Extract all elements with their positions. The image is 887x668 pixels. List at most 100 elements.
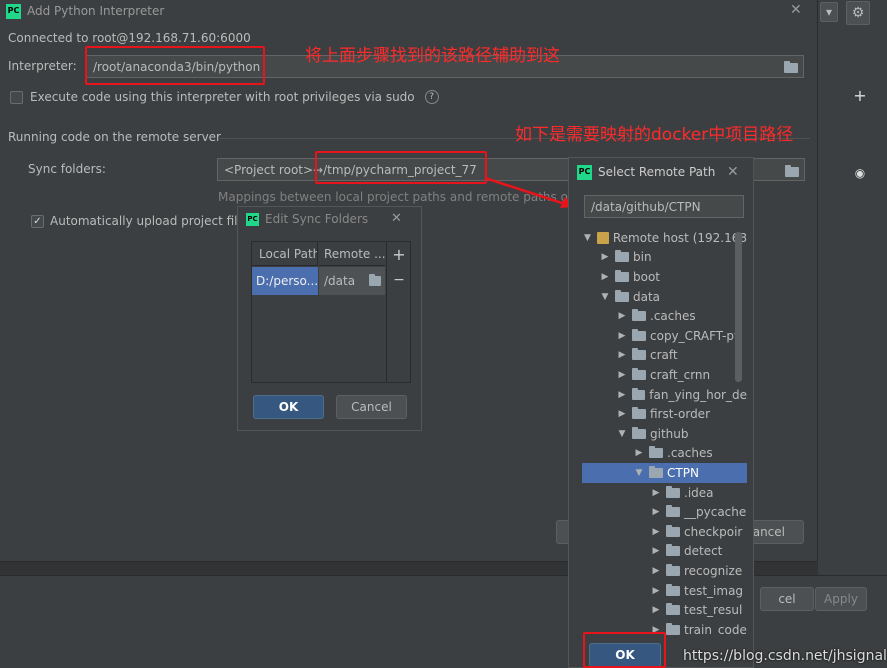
collapsed-arrow-icon[interactable]: ▶ (650, 566, 662, 576)
table-row-remote[interactable]: /data (319, 267, 385, 295)
folder-icon (632, 367, 646, 380)
sudo-row[interactable]: Execute code using this interpreter with… (10, 90, 439, 104)
table-row-local[interactable]: D:/perso... (252, 267, 318, 295)
col-remote-header[interactable]: Remote ... (319, 242, 385, 266)
edit-sync-ok-button[interactable]: OK (253, 395, 324, 419)
sudo-label: Execute code using this interpreter with… (30, 90, 415, 104)
collapsed-arrow-icon[interactable]: ▶ (599, 272, 611, 282)
auto-upload-row[interactable]: ✓ Automatically upload project files (31, 214, 251, 228)
folder-icon (666, 583, 680, 596)
collapsed-arrow-icon[interactable]: ▶ (650, 507, 662, 517)
collapsed-arrow-icon[interactable]: ▶ (650, 527, 662, 537)
tree-item[interactable]: ▶ bin (582, 248, 747, 268)
remote-path-value: /data/github/CTPN (591, 199, 701, 214)
expanded-arrow-icon[interactable]: ▼ (633, 468, 645, 478)
collapsed-arrow-icon[interactable]: ▶ (650, 605, 662, 615)
collapsed-arrow-icon[interactable]: ▶ (616, 409, 628, 419)
collapsed-arrow-icon[interactable]: ▶ (616, 370, 628, 380)
tree-item[interactable]: ▶ test_imag (582, 581, 747, 601)
folder-icon (666, 524, 680, 537)
collapsed-arrow-icon[interactable]: ▶ (633, 448, 645, 458)
pycharm-logo-icon: PC (577, 164, 592, 180)
collapsed-arrow-icon[interactable]: ▶ (650, 488, 662, 498)
tree-item[interactable]: ▶ boot (582, 267, 747, 287)
gear-icon: ⚙ (851, 5, 865, 21)
tree-root[interactable]: ▼ Remote host (192.168 (582, 228, 747, 248)
remote-path-input[interactable]: /data/github/CTPN (584, 195, 744, 218)
sync-path-highlight (315, 151, 487, 184)
sync-folders-label: Sync folders: (28, 162, 106, 176)
auto-upload-checkbox[interactable]: ✓ (31, 214, 44, 228)
folder-icon (631, 387, 646, 400)
table-toolbar: + − (386, 242, 411, 382)
tree-item[interactable]: ▼ github (582, 424, 747, 444)
tree-item[interactable]: ▶ test_resul (582, 600, 747, 620)
sync-browse-icon[interactable] (785, 164, 803, 178)
tree-item[interactable]: ▶ fan_ying_hor_de (582, 385, 747, 405)
sudo-checkbox[interactable] (10, 90, 23, 104)
tree-item-label: train_code (684, 622, 747, 636)
collapsed-arrow-icon[interactable]: ▶ (616, 331, 628, 341)
tree-item-label: first-order (650, 407, 710, 422)
tree-item-label: boot (633, 269, 661, 284)
tree-item[interactable]: ▶ .caches (582, 306, 747, 326)
folder-icon (666, 603, 680, 616)
folder-icon (649, 465, 663, 478)
edit-sync-cancel-button[interactable]: Cancel (336, 395, 407, 419)
close-button[interactable]: ✕ (790, 2, 802, 18)
remove-mapping-button[interactable]: − (387, 268, 411, 292)
interpreter-highlight (85, 46, 265, 85)
collapsed-arrow-icon[interactable]: ▶ (616, 390, 628, 400)
annotation-arrow (484, 176, 575, 208)
tree-item-label: github (650, 426, 689, 441)
tree-item-label: __pycache (684, 505, 747, 520)
close-icon: ✕ (391, 211, 402, 226)
folder-icon[interactable] (369, 274, 381, 286)
plus-icon: + (392, 245, 406, 264)
connected-text: Connected to root@192.168.71.60:6000 (8, 31, 251, 45)
tree-item[interactable]: ▶ recognize (582, 561, 747, 581)
settings-button[interactable]: ⚙ (846, 1, 870, 25)
collapsed-arrow-icon[interactable]: ▶ (616, 311, 628, 321)
tree-item[interactable]: ▶ __pycache (582, 502, 747, 522)
expanded-arrow-icon[interactable]: ▼ (582, 233, 593, 243)
folder-icon (632, 407, 646, 420)
tree-item[interactable]: ▶ first-order (582, 404, 747, 424)
add-mapping-button[interactable]: + (387, 242, 411, 268)
tree-item[interactable]: ▶ craft_crnn (582, 365, 747, 385)
help-icon[interactable]: ? (424, 90, 439, 104)
tree-item-label: craft (650, 348, 678, 363)
collapsed-arrow-icon[interactable]: ▶ (599, 252, 611, 262)
folder-icon (666, 563, 680, 576)
tree-item[interactable]: ▶ detect (582, 542, 747, 562)
collapsed-arrow-icon[interactable]: ▶ (650, 546, 662, 556)
tree-item-label: CTPN (667, 465, 699, 480)
tree-item[interactable]: ▶ craft (582, 346, 747, 366)
collapsed-arrow-icon[interactable]: ▶ (650, 586, 662, 596)
show-paths-button[interactable]: ◉ (852, 165, 868, 181)
section-title: Running code on the remote server (8, 130, 221, 144)
col-local-header[interactable]: Local Path (252, 242, 318, 266)
expanded-arrow-icon[interactable]: ▼ (599, 292, 611, 302)
collapsed-arrow-icon[interactable]: ▶ (616, 350, 628, 360)
tree-item[interactable]: ▼ data (582, 287, 747, 307)
dropdown-chevron-button[interactable]: ▾ (820, 2, 838, 22)
tree-item-label: checkpoir (684, 524, 743, 539)
tree-item[interactable]: ▶ copy_CRAFT-py (582, 326, 747, 346)
tree-item[interactable]: ▶ checkpoir (582, 522, 747, 542)
remote-close-button[interactable]: ✕ (727, 164, 739, 180)
edit-sync-title: Edit Sync Folders (265, 212, 369, 226)
tree-item[interactable]: ▼ CTPN (582, 463, 747, 483)
add-interpreter-button[interactable]: + (852, 88, 868, 104)
expanded-arrow-icon[interactable]: ▼ (616, 429, 628, 439)
browse-folder-icon[interactable] (784, 60, 802, 74)
tree-item-label: detect (684, 544, 723, 559)
pycharm-logo-icon: PC (246, 212, 259, 226)
tree-item[interactable]: ▶ .idea (582, 483, 747, 503)
apply-button[interactable]: Apply (815, 587, 867, 611)
bg-cancel-button[interactable]: cel (760, 587, 814, 611)
edit-sync-close-button[interactable]: ✕ (391, 211, 402, 226)
tree-scrollbar[interactable] (735, 232, 742, 382)
tree-item-label: .idea (684, 485, 714, 500)
tree-item[interactable]: ▶ .caches (582, 444, 747, 464)
